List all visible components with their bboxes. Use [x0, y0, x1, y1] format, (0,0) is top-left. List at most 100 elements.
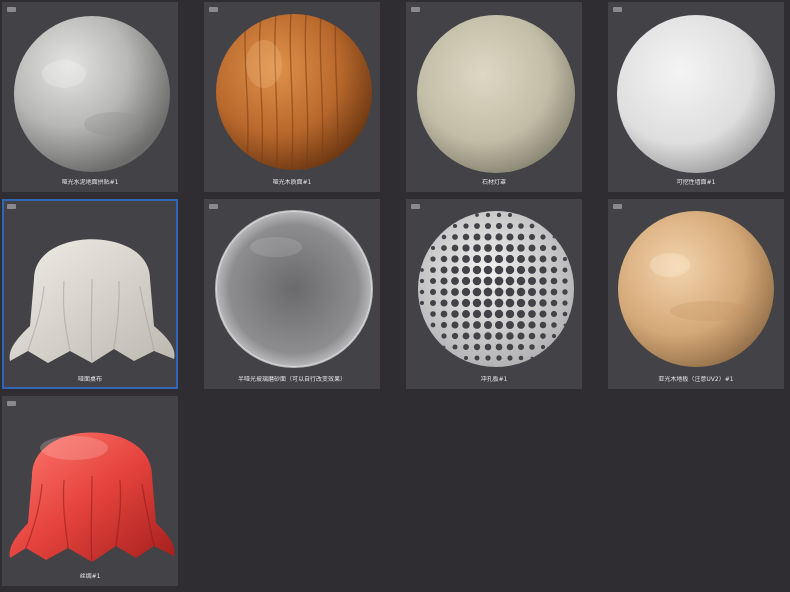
perforation-hole	[506, 332, 514, 340]
perforation-hole	[518, 223, 524, 229]
perforation-hole	[473, 321, 481, 329]
perforation-hole	[472, 309, 482, 319]
perforation-hole	[539, 266, 547, 274]
perforation-hole	[451, 255, 459, 263]
material-label: 石材灯罩	[481, 179, 506, 186]
perforation-hole	[441, 333, 447, 339]
perforation-hole	[505, 298, 515, 308]
perforation-hole	[462, 310, 470, 318]
material-label: 冲孔板#1	[480, 376, 508, 383]
perforation-hole	[484, 233, 492, 241]
perforation-hole	[562, 267, 568, 273]
perforation-hole	[539, 321, 547, 329]
perforation-hole	[440, 255, 448, 263]
perforation-hole	[563, 323, 567, 327]
perforation-hole	[517, 321, 525, 329]
perforation-hole	[505, 254, 515, 264]
perforation-hole	[540, 344, 546, 350]
material-card[interactable]: 哑光水泥地面拼贴#1	[2, 2, 178, 192]
material-card[interactable]: 可挖性墙面#1	[608, 2, 784, 192]
perforation-hole	[550, 266, 558, 274]
perforation-hole	[539, 288, 547, 296]
perforation-hole	[440, 299, 448, 307]
perforation-hole	[452, 344, 458, 350]
perforation-hole	[483, 309, 493, 319]
perforation-hole	[463, 223, 469, 229]
perforation-hole	[562, 256, 568, 262]
perforation-hole	[551, 256, 557, 262]
perforation-hole	[550, 288, 558, 296]
perforation-hole	[440, 266, 448, 274]
perforation-hole	[483, 287, 493, 297]
perforation-hole	[528, 255, 536, 263]
perforation-hole	[507, 355, 513, 361]
perforation-hole	[517, 343, 525, 351]
material-card[interactable]: 丝绸#1	[2, 396, 178, 586]
perforation-hole	[527, 276, 537, 286]
material-card[interactable]: 冲孔板#1	[406, 199, 582, 389]
perforation-hole	[496, 212, 502, 218]
perforation-hole	[494, 287, 504, 297]
perforation-hole	[530, 356, 534, 360]
perforation-hole	[495, 222, 503, 230]
perforation-hole	[539, 277, 547, 285]
perforation-hole	[451, 310, 459, 318]
perforation-hole	[516, 265, 526, 275]
perforation-hole	[419, 300, 425, 306]
perforation-hole	[442, 345, 446, 349]
perforation-hole	[472, 265, 482, 275]
material-label: 亚光木地板（注意UV2）#1	[658, 376, 734, 383]
perforation-hole	[430, 300, 436, 306]
perforation-hole	[506, 321, 514, 329]
material-card[interactable]: 哑光木质面#1	[204, 2, 380, 192]
perforation-hole	[528, 266, 536, 274]
perforation-hole	[562, 278, 568, 284]
perforation-hole	[472, 276, 482, 286]
perforation-hole	[461, 287, 471, 297]
perforation-hole	[495, 332, 503, 340]
perforated-sphere-icon	[418, 211, 574, 367]
perforation-hole	[539, 255, 547, 263]
perforation-hole	[539, 310, 547, 318]
red-silk-cloth-icon	[9, 432, 175, 563]
light-wood-sphere-icon	[618, 211, 774, 367]
material-browser-grid: 哑光水泥地面拼贴#1 哑光木质面#1 石材灯罩 可挖性墙面#1 哑面桌布 半哑光…	[0, 0, 790, 592]
perforation-hole	[462, 332, 470, 340]
perforation-hole	[451, 299, 459, 307]
perforation-hole	[516, 309, 526, 319]
perforation-hole	[562, 311, 568, 317]
perforation-hole	[505, 287, 515, 297]
perforation-hole	[529, 344, 535, 350]
perforation-hole	[485, 355, 491, 361]
perforation-hole	[506, 233, 514, 241]
perforation-hole	[473, 233, 481, 241]
perforation-hole	[507, 212, 513, 218]
perforation-hole	[473, 343, 481, 351]
perforation-hole	[451, 332, 459, 340]
perforation-hole	[452, 223, 458, 229]
perforation-hole	[430, 245, 436, 251]
perforation-hole	[461, 276, 471, 286]
perforation-hole	[461, 265, 471, 275]
perforation-hole	[494, 265, 504, 275]
perforation-hole	[518, 355, 524, 361]
material-label: 哑面桌布	[77, 376, 102, 383]
material-label: 丝绸#1	[79, 573, 101, 580]
perforation-hole	[505, 265, 515, 275]
perforation-hole	[495, 244, 503, 252]
perforation-hole	[539, 299, 547, 307]
material-card[interactable]: 哑面桌布	[2, 199, 178, 389]
perforation-hole	[473, 332, 481, 340]
perforation-hole	[474, 223, 480, 229]
concrete-sphere-icon	[14, 16, 170, 172]
material-card[interactable]: 亚光木地板（注意UV2）#1	[608, 199, 784, 389]
perforation-hole	[462, 321, 470, 329]
perforation-hole	[419, 278, 425, 284]
perforation-hole	[517, 255, 525, 263]
perforation-hole	[451, 277, 459, 285]
perforation-hole	[551, 333, 557, 339]
material-card[interactable]: 石材灯罩	[406, 2, 582, 192]
material-label: 半哑光玻璃磨砂面（可以自行改变效果）	[237, 376, 346, 383]
material-card[interactable]: 半哑光玻璃磨砂面（可以自行改变效果）	[204, 199, 380, 389]
perforation-hole	[528, 321, 536, 329]
